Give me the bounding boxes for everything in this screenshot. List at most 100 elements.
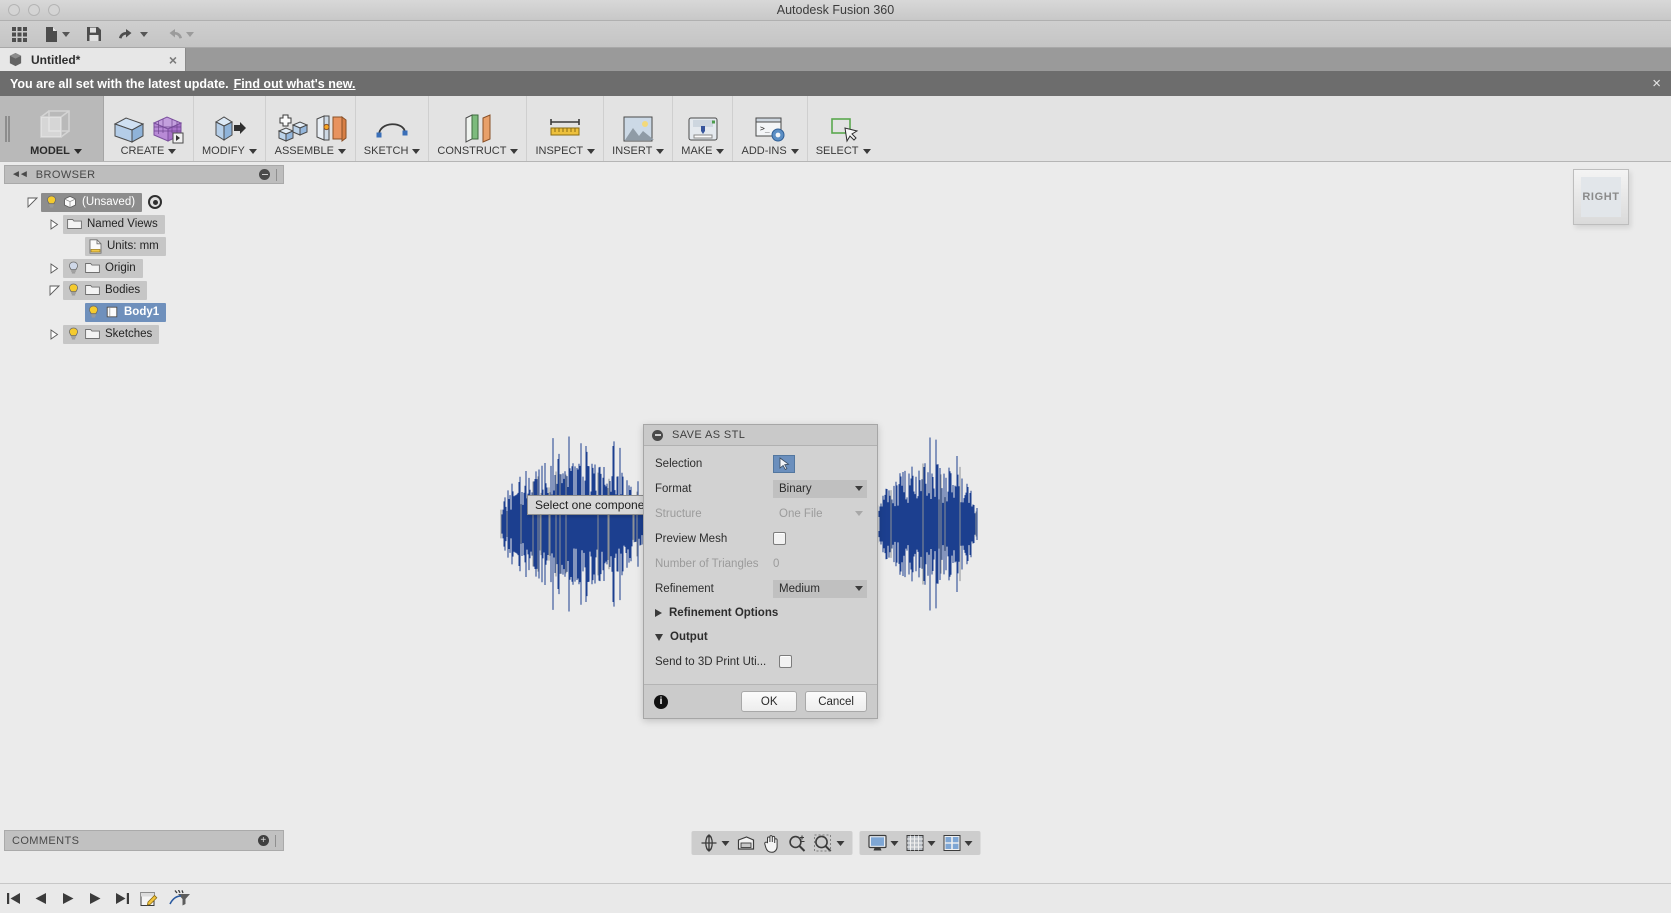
step-forward-button[interactable] (87, 891, 103, 906)
view-cube[interactable]: RIGHT (1573, 169, 1629, 225)
chevron-down-icon[interactable] (836, 841, 844, 846)
browser-item-units-mm[interactable]: Units: mm (85, 237, 166, 256)
pan-button[interactable] (759, 832, 783, 854)
display-settings-button[interactable] (864, 832, 901, 854)
browser-item-sketches[interactable]: Sketches (63, 325, 159, 344)
browser-tree-row[interactable]: (Unsaved) (4, 191, 284, 213)
info-icon[interactable]: i (654, 695, 668, 709)
workspace-label-wrap[interactable]: MODEL (30, 145, 82, 161)
dialog-row-send-3d-print[interactable]: Send to 3D Print Uti... (644, 649, 877, 674)
grid-snaps-button[interactable] (902, 832, 938, 854)
browser-item-bodies[interactable]: Bodies (63, 281, 147, 300)
selection-picker-button[interactable] (773, 455, 795, 473)
workspace-switcher[interactable]: MODEL (0, 96, 104, 161)
new-file-button[interactable] (39, 22, 75, 46)
look-at-button[interactable] (733, 832, 758, 854)
step-back-button[interactable] (33, 891, 49, 906)
ribbon-group-inspect[interactable]: INSPECT (527, 96, 604, 161)
ok-button[interactable]: OK (741, 691, 797, 712)
ribbon-grip[interactable] (0, 96, 12, 161)
visibility-bulb-icon[interactable] (67, 283, 80, 297)
viewports-button[interactable] (939, 832, 975, 854)
chevron-down-icon[interactable] (890, 841, 898, 846)
visibility-bulb-icon[interactable] (67, 327, 80, 341)
tree-twisty[interactable] (26, 196, 39, 209)
tree-twisty[interactable] (48, 218, 61, 231)
comments-panel[interactable]: COMMENTS + (4, 830, 284, 851)
chevron-down-icon[interactable] (587, 149, 595, 154)
visibility-bulb-icon[interactable] (67, 261, 80, 275)
cancel-button[interactable]: Cancel (805, 691, 867, 712)
section-refinement-options[interactable]: Refinement Options (644, 601, 877, 625)
visibility-bulb-icon[interactable] (45, 195, 58, 209)
chevron-down-icon[interactable] (74, 149, 82, 154)
fit-button[interactable] (810, 832, 847, 854)
browser-tree-row[interactable]: Units: mm (4, 235, 284, 257)
chevron-down-icon[interactable] (168, 149, 176, 154)
chevron-down-icon[interactable] (655, 634, 663, 641)
tab-untitled[interactable]: Untitled* × (0, 48, 186, 71)
ribbon-group-addins[interactable]: >_ ADD-INS (733, 96, 807, 161)
chevron-down-icon[interactable] (721, 841, 729, 846)
browser-item-unsaved[interactable]: (Unsaved) (41, 193, 142, 212)
format-dropdown[interactable]: Binary (773, 480, 867, 498)
ribbon-group-assemble[interactable]: ASSEMBLE (266, 96, 356, 161)
chevron-down-icon[interactable] (249, 149, 257, 154)
filter-button[interactable] (169, 890, 191, 907)
dialog-row-refinement[interactable]: Refinement Medium (644, 576, 877, 601)
undo-button[interactable] (113, 22, 153, 46)
chevron-down-icon[interactable] (716, 149, 724, 154)
section-output[interactable]: Output (644, 625, 877, 649)
ribbon-group-construct[interactable]: CONSTRUCT (429, 96, 527, 161)
zoom-button[interactable] (784, 832, 809, 854)
active-component-icon[interactable] (148, 195, 162, 209)
collapse-arrow-icon[interactable] (49, 285, 60, 296)
chevron-down-icon[interactable] (186, 32, 194, 37)
chevron-down-icon[interactable] (510, 149, 518, 154)
app-grid-button[interactable] (6, 22, 33, 46)
ribbon-group-select[interactable]: SELECT (808, 96, 879, 161)
visibility-bulb-icon[interactable] (87, 305, 100, 319)
dialog-titlebar[interactable]: SAVE AS STL (644, 425, 877, 446)
edit-note-button[interactable] (140, 891, 158, 907)
play-button[interactable] (60, 891, 76, 906)
viewcube-face-label[interactable]: RIGHT (1581, 177, 1621, 217)
tree-twisty[interactable] (48, 328, 61, 341)
chevron-down-icon[interactable] (964, 841, 972, 846)
browser-tree-row[interactable]: Origin (4, 257, 284, 279)
browser-tree-row[interactable]: Named Views (4, 213, 284, 235)
dialog-row-preview-mesh[interactable]: Preview Mesh (644, 526, 877, 551)
chevron-down-icon[interactable] (338, 149, 346, 154)
dialog-row-selection[interactable]: Selection (644, 451, 877, 476)
close-icon[interactable]: × (1652, 75, 1661, 92)
chevron-down-icon[interactable] (863, 149, 871, 154)
redo-button[interactable] (159, 22, 199, 46)
expand-arrow-icon[interactable] (50, 263, 59, 274)
collapse-dialog-icon[interactable] (652, 430, 663, 441)
chevron-down-icon[interactable] (140, 32, 148, 37)
chevron-down-icon[interactable] (791, 149, 799, 154)
expand-arrow-icon[interactable] (50, 329, 59, 340)
save-button[interactable] (81, 22, 107, 46)
chevron-down-icon[interactable] (412, 149, 420, 154)
ribbon-group-make[interactable]: MAKE (673, 96, 733, 161)
minimize-panel-icon[interactable] (259, 169, 270, 180)
chevron-down-icon[interactable] (855, 586, 863, 591)
tree-twisty[interactable] (48, 284, 61, 297)
chevron-down-icon[interactable] (927, 841, 935, 846)
chevron-down-icon[interactable] (855, 486, 863, 491)
browser-header[interactable]: ◄◄ BROWSER (4, 165, 284, 184)
close-icon[interactable]: × (169, 52, 177, 68)
chevron-down-icon[interactable] (62, 32, 70, 37)
refinement-dropdown[interactable]: Medium (773, 580, 867, 598)
banner-link[interactable]: Find out what's new. (234, 77, 356, 91)
collapse-arrow-icon[interactable] (27, 197, 38, 208)
browser-tree-row[interactable]: Body1 (4, 301, 284, 323)
browser-tree-row[interactable]: Bodies (4, 279, 284, 301)
collapse-panel-icon[interactable]: ◄◄ (11, 169, 27, 180)
ribbon-group-insert[interactable]: INSERT (604, 96, 673, 161)
skip-first-button[interactable] (6, 891, 22, 906)
save-as-stl-dialog[interactable]: SAVE AS STL Selection Format Binary (643, 424, 878, 719)
expand-arrow-icon[interactable] (50, 219, 59, 230)
ribbon-group-create[interactable]: CREATE (104, 96, 194, 161)
